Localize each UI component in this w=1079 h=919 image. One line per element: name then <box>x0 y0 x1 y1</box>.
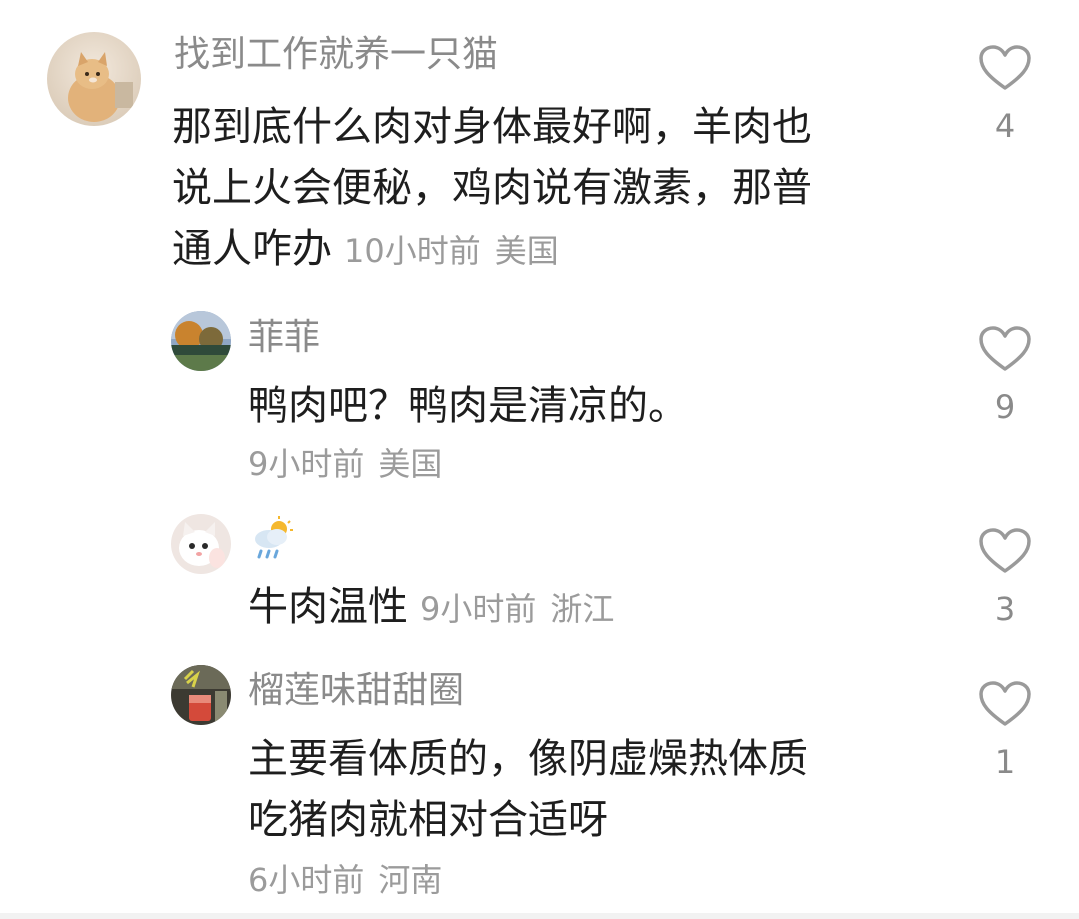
comment-meta: 9小时前 浙江 <box>420 590 614 628</box>
comment-text: 鸭肉吧？鸭肉是清凉的。 <box>248 376 688 437</box>
comment-location: 浙江 <box>550 590 615 628</box>
username[interactable]: 找到工作就养一只猫 <box>174 37 498 73</box>
comment-line: 鸭肉吧？鸭肉是清凉的。 <box>248 383 688 429</box>
like-button[interactable]: 9 <box>975 325 1035 423</box>
comment-text: 主要看体质的，像阴虚燥热体质 吃猪肉就相对合适呀 <box>248 729 808 851</box>
comment-text: 那到底什么肉对身体最好啊，羊肉也 说上火会便秘，鸡肉说有激素，那普 通人咋办 10… <box>172 97 812 282</box>
comment-line: 那到底什么肉对身体最好啊，羊肉也 <box>172 104 812 150</box>
username[interactable]: 菲菲 <box>248 320 320 356</box>
landscape-photo-avatar <box>171 311 231 371</box>
cat-photo-avatar <box>47 32 141 126</box>
like-count: 1 <box>994 743 1016 781</box>
comment-line: 牛肉温性 9小时前 浙江 <box>248 577 614 640</box>
comment-3: 牛肉温性 9小时前 浙江 3 <box>0 505 1079 645</box>
drink-photo-avatar <box>171 665 231 725</box>
comment-line: 说上火会便秘，鸡肉说有激素，那普 <box>172 165 812 211</box>
heart-outline-icon <box>979 528 1031 573</box>
avatar[interactable] <box>47 32 141 126</box>
comment-2: 菲菲 鸭肉吧？鸭肉是清凉的。 9小时前 美国 9 <box>0 300 1079 490</box>
comment-1: 找到工作就养一只猫 那到底什么肉对身体最好啊，羊肉也 说上火会便秘，鸡肉说有激素… <box>0 0 1079 290</box>
like-count: 4 <box>994 107 1016 145</box>
comment-line: 吃猪肉就相对合适呀 <box>248 797 608 843</box>
comment-4: 榴莲味甜甜圈 主要看体质的，像阴虚燥热体质 吃猪肉就相对合适呀 6小时前 河南 1 <box>0 660 1079 900</box>
white-cat-avatar <box>171 514 231 574</box>
username[interactable]: 榴莲味甜甜圈 <box>248 673 464 709</box>
like-count: 3 <box>994 590 1016 628</box>
like-count: 9 <box>994 388 1016 426</box>
comment-line-text: 通人咋办 <box>172 226 332 272</box>
heart-outline-icon <box>979 326 1031 371</box>
comment-location: 美国 <box>494 232 559 270</box>
comment-time: 6小时前 <box>248 861 365 899</box>
comment-time: 9小时前 <box>420 590 537 628</box>
comment-location: 美国 <box>378 445 443 483</box>
comment-line: 主要看体质的，像阴虚燥热体质 <box>248 736 808 782</box>
comment-time: 9小时前 <box>248 445 365 483</box>
comment-text: 牛肉温性 9小时前 浙江 <box>248 577 614 640</box>
comment-meta: 9小时前 美国 <box>248 439 442 485</box>
rain-cloud-sun-icon[interactable] <box>249 515 295 561</box>
avatar[interactable] <box>171 514 231 574</box>
comment-line-text: 牛肉温性 <box>248 584 408 630</box>
comment-time: 10小时前 <box>344 232 481 270</box>
comment-line: 通人咋办 10小时前 美国 <box>172 219 812 282</box>
like-button[interactable]: 1 <box>975 680 1035 778</box>
avatar[interactable] <box>171 311 231 371</box>
like-button[interactable]: 4 <box>975 44 1035 142</box>
comment-meta: 10小时前 美国 <box>344 232 559 270</box>
comment-meta: 6小时前 河南 <box>248 855 442 901</box>
avatar[interactable] <box>171 665 231 725</box>
heart-outline-icon <box>979 681 1031 726</box>
heart-outline-icon <box>979 45 1031 90</box>
comment-location: 河南 <box>378 861 443 899</box>
like-button[interactable]: 3 <box>975 527 1035 625</box>
bottom-divider <box>0 913 1079 919</box>
